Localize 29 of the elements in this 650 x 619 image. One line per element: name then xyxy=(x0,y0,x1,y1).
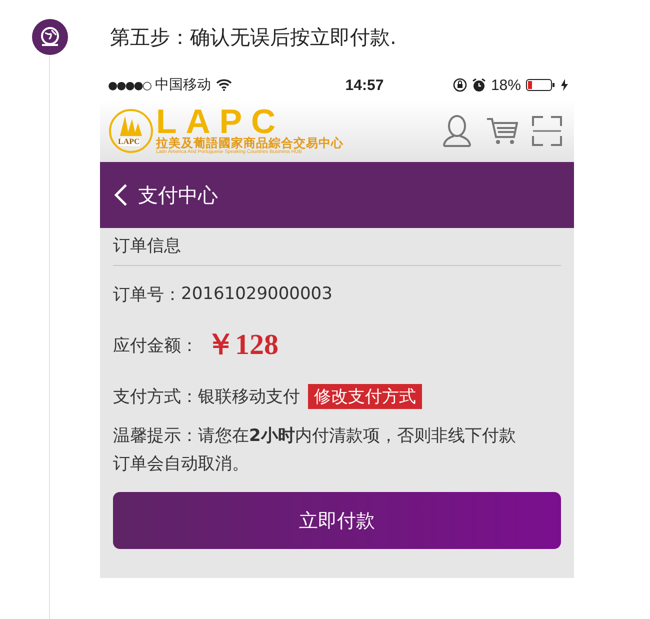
rotation-lock-icon xyxy=(452,78,467,92)
scan-icon[interactable] xyxy=(532,116,562,146)
logo-wordmark: LAPC xyxy=(156,107,285,137)
pay-now-button[interactable]: 立即付款 xyxy=(113,492,561,549)
signal-strength: ●●●●○ xyxy=(108,78,151,92)
battery-icon xyxy=(526,79,556,91)
logo-badge-text: LAPC xyxy=(118,138,140,146)
step-title: 第五步：确认无误后按立即付款. xyxy=(110,24,398,51)
wifi-icon xyxy=(216,79,232,91)
user-icon[interactable] xyxy=(442,115,472,147)
charging-icon xyxy=(561,79,568,91)
payment-method: 银联移动支付 xyxy=(198,386,300,408)
section-title: 订单信息 xyxy=(113,228,561,266)
logo-emblem-icon xyxy=(108,108,154,154)
status-time: 14:57 xyxy=(345,76,384,94)
battery-percent: 18% xyxy=(490,76,521,94)
logo-chinese-name: 拉美及葡語國家商品綜合交易中心 xyxy=(156,137,344,149)
amount-value: ￥128 xyxy=(206,328,278,363)
back-icon[interactable] xyxy=(114,183,128,207)
nav-title: 支付中心 xyxy=(138,182,218,208)
alarm-icon xyxy=(472,78,486,92)
carrier-name: 中国移动 xyxy=(155,76,211,94)
order-number-label: 订单号： xyxy=(113,284,181,306)
amount-label: 应付金额： xyxy=(113,334,198,356)
payment-method-label: 支付方式： xyxy=(113,386,198,408)
order-number: 20161029000003 xyxy=(181,284,332,304)
change-payment-button[interactable]: 修改支付方式 xyxy=(308,384,422,408)
cart-icon[interactable] xyxy=(486,116,518,146)
tip-text: 温馨提示：请您在2小时内付清款项，否则非线下付款订单会自动取消。 xyxy=(113,425,517,476)
